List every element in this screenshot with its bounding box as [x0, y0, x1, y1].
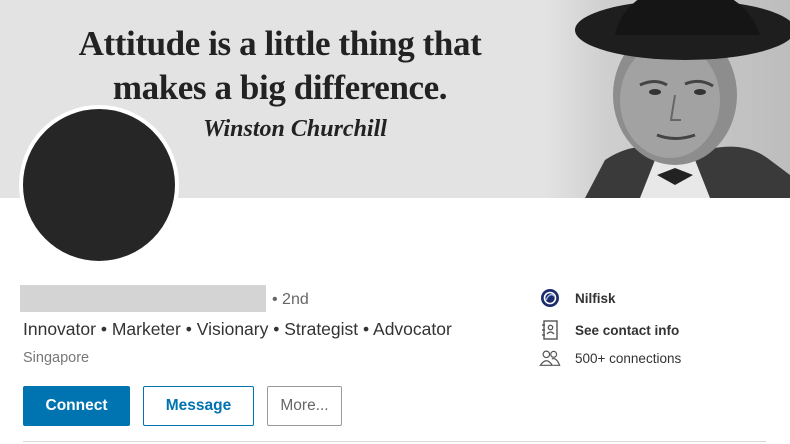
more-button[interactable]: More...: [267, 386, 342, 426]
contact-card-icon: [539, 319, 561, 341]
profile-headline: Innovator • Marketer • Visionary • Strat…: [23, 319, 452, 339]
connection-degree: • 2nd: [272, 291, 309, 308]
profile-location: Singapore: [23, 350, 90, 366]
connections-count[interactable]: 500+ connections: [539, 347, 681, 369]
current-company[interactable]: Nilfisk: [539, 287, 616, 309]
company-logo-icon: [539, 287, 561, 309]
profile-avatar[interactable]: [19, 105, 179, 265]
quote-line-1: Attitude is a little thing that: [78, 24, 482, 63]
contact-info-link[interactable]: See contact info: [539, 319, 679, 341]
message-button[interactable]: Message: [143, 386, 254, 426]
company-name: Nilfisk: [575, 290, 616, 306]
profile-card: Attitude is a little thing that makes a …: [0, 0, 790, 444]
people-icon: [539, 347, 561, 369]
quote-line-2: makes a big difference.: [112, 68, 448, 107]
connect-button[interactable]: Connect: [23, 386, 130, 426]
banner-portrait-image: [545, 0, 790, 198]
profile-name-redacted: [20, 285, 266, 312]
section-divider: [23, 441, 766, 442]
connections-label: 500+ connections: [575, 350, 682, 366]
contact-info-label: See contact info: [575, 322, 680, 338]
